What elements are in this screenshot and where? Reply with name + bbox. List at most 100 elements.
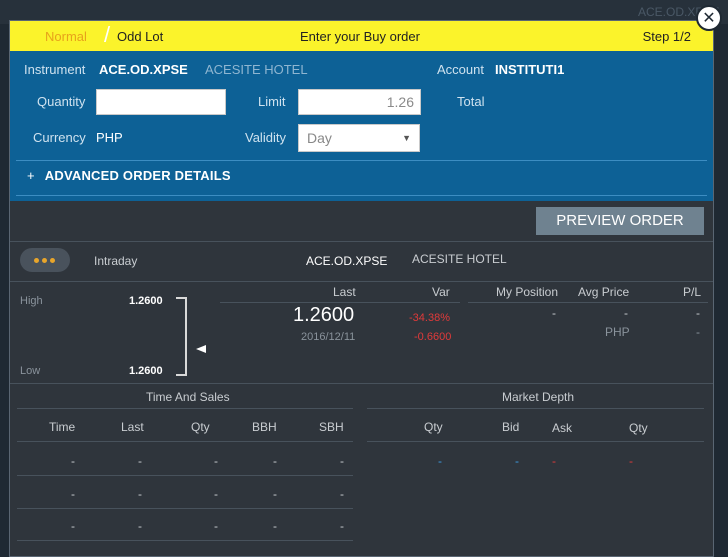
quantity-label: Quantity xyxy=(37,94,86,109)
ts-row-1-qty: - xyxy=(214,454,218,468)
time-and-sales-title: Time And Sales xyxy=(146,390,230,404)
mode-normal-tab[interactable]: Normal xyxy=(45,29,87,44)
ts-row-3-qty: - xyxy=(214,519,218,533)
order-topbar: Normal / Odd Lot Enter your Buy order St… xyxy=(10,21,713,51)
last-date: 2016/12/11 xyxy=(301,331,356,343)
md-col-bid-qty: Qty xyxy=(424,420,443,434)
dialog-title: Enter your Buy order xyxy=(300,29,420,44)
low-value: 1.2600 xyxy=(129,365,163,377)
account-label: Account xyxy=(437,62,484,77)
close-button[interactable]: ✕ xyxy=(696,5,722,31)
advanced-divider-bottom xyxy=(16,195,707,196)
limit-label: Limit xyxy=(258,94,286,109)
market-depth-title: Market Depth xyxy=(502,390,575,404)
validity-selected-value: Day xyxy=(307,130,332,146)
ts-row-2-qty: - xyxy=(214,487,218,501)
md-ask-qty: - xyxy=(629,454,633,468)
ts-col-last: Last xyxy=(121,420,144,434)
avg-price-value: - xyxy=(624,306,628,320)
ts-row-1-bbh: - xyxy=(273,454,277,468)
more-dot-icon xyxy=(50,258,55,263)
last-label: Last xyxy=(333,285,356,299)
ts-row-2-time: - xyxy=(71,487,75,501)
instrument-label: Instrument xyxy=(24,62,86,77)
last-price: 1.2600 xyxy=(293,304,355,326)
var-percent: -34.38% xyxy=(409,312,450,324)
ts-row-1-time: - xyxy=(71,454,75,468)
quote-ticker: ACE.OD.XPSE xyxy=(306,254,388,268)
position-value: - xyxy=(552,306,556,320)
pl-label: P/L xyxy=(683,285,702,299)
step-indicator: Step 1/2 xyxy=(642,29,691,44)
tables-separator xyxy=(10,383,713,384)
ts-header-underline xyxy=(17,441,353,442)
preview-order-button[interactable]: PREVIEW ORDER xyxy=(536,207,704,235)
pl-value-secondary: - xyxy=(696,325,700,339)
more-options-button[interactable] xyxy=(20,248,70,272)
ts-row-3-last: - xyxy=(138,519,142,533)
ts-row-3-bbh: - xyxy=(273,519,277,533)
quantity-input[interactable] xyxy=(96,89,226,115)
price-range-bracket xyxy=(176,297,187,376)
ts-row-3-sbh: - xyxy=(340,519,344,533)
position-underline xyxy=(468,302,708,303)
period-label: Intraday xyxy=(94,254,138,268)
ts-row-2-bbh: - xyxy=(273,487,277,501)
validity-label: Validity xyxy=(245,130,286,145)
advanced-order-details-label: ADVANCED ORDER DETAILS xyxy=(44,168,231,183)
total-label: Total xyxy=(457,94,485,109)
ts-row-divider xyxy=(17,540,353,541)
var-absolute: -0.6600 xyxy=(414,331,452,343)
avg-price-currency: PHP xyxy=(605,325,630,339)
account-value: INSTITUTI1 xyxy=(495,62,565,77)
quote-name: ACESITE HOTEL xyxy=(412,252,507,266)
md-ask: - xyxy=(552,454,556,468)
md-header-underline xyxy=(367,441,704,442)
ts-col-time: Time xyxy=(49,420,76,434)
ts-row-2-last: - xyxy=(138,487,142,501)
md-col-bid: Bid xyxy=(502,420,520,434)
md-bid: - xyxy=(515,454,519,468)
order-form: Instrument ACE.OD.XPSE ACESITE HOTEL Acc… xyxy=(10,51,713,201)
ts-col-bbh: BBH xyxy=(252,420,277,434)
limit-price-input[interactable] xyxy=(298,89,421,115)
last-price-pointer-icon xyxy=(196,345,206,353)
validity-select[interactable]: Day ▼ xyxy=(298,124,420,152)
ts-row-divider xyxy=(17,475,353,476)
order-dialog: Normal / Odd Lot Enter your Buy order St… xyxy=(9,20,714,557)
var-label: Var xyxy=(432,285,450,299)
advanced-order-details-toggle[interactable]: + ADVANCED ORDER DETAILS xyxy=(27,168,231,183)
ts-row-2-sbh: - xyxy=(340,487,344,501)
instrument-name: ACESITE HOTEL xyxy=(205,62,308,77)
market-depth-title-underline xyxy=(367,408,704,409)
pl-value: - xyxy=(696,306,700,320)
instrument-code: ACE.OD.XPSE xyxy=(99,62,188,77)
currency-label: Currency xyxy=(33,130,86,145)
chevron-down-icon: ▼ xyxy=(402,133,411,143)
low-label: Low xyxy=(20,365,41,377)
advanced-divider-top xyxy=(16,160,707,161)
high-label: High xyxy=(20,295,43,307)
ts-row-1-sbh: - xyxy=(340,454,344,468)
ts-row-3-time: - xyxy=(71,519,75,533)
quote-header-separator xyxy=(10,281,713,282)
more-dot-icon xyxy=(42,258,47,263)
mode-odd-lot-tab[interactable]: Odd Lot xyxy=(117,29,163,44)
md-bid-qty: - xyxy=(438,454,442,468)
last-var-underline xyxy=(220,302,460,303)
high-value: 1.2600 xyxy=(129,295,163,307)
mode-separator: / xyxy=(104,22,111,47)
ts-row-divider xyxy=(17,508,353,509)
md-col-ask-qty: Qty xyxy=(629,421,648,435)
ts-row-1-last: - xyxy=(138,454,142,468)
my-position-label: My Position xyxy=(496,285,559,299)
ts-col-qty: Qty xyxy=(191,420,210,434)
more-dot-icon xyxy=(34,258,39,263)
time-and-sales-title-underline xyxy=(17,408,353,409)
ts-col-sbh: SBH xyxy=(319,420,344,434)
quote-separator xyxy=(10,241,713,242)
currency-value: PHP xyxy=(96,130,123,145)
plus-icon: + xyxy=(27,168,35,183)
avg-price-label: Avg Price xyxy=(578,285,630,299)
md-col-ask: Ask xyxy=(552,421,573,435)
